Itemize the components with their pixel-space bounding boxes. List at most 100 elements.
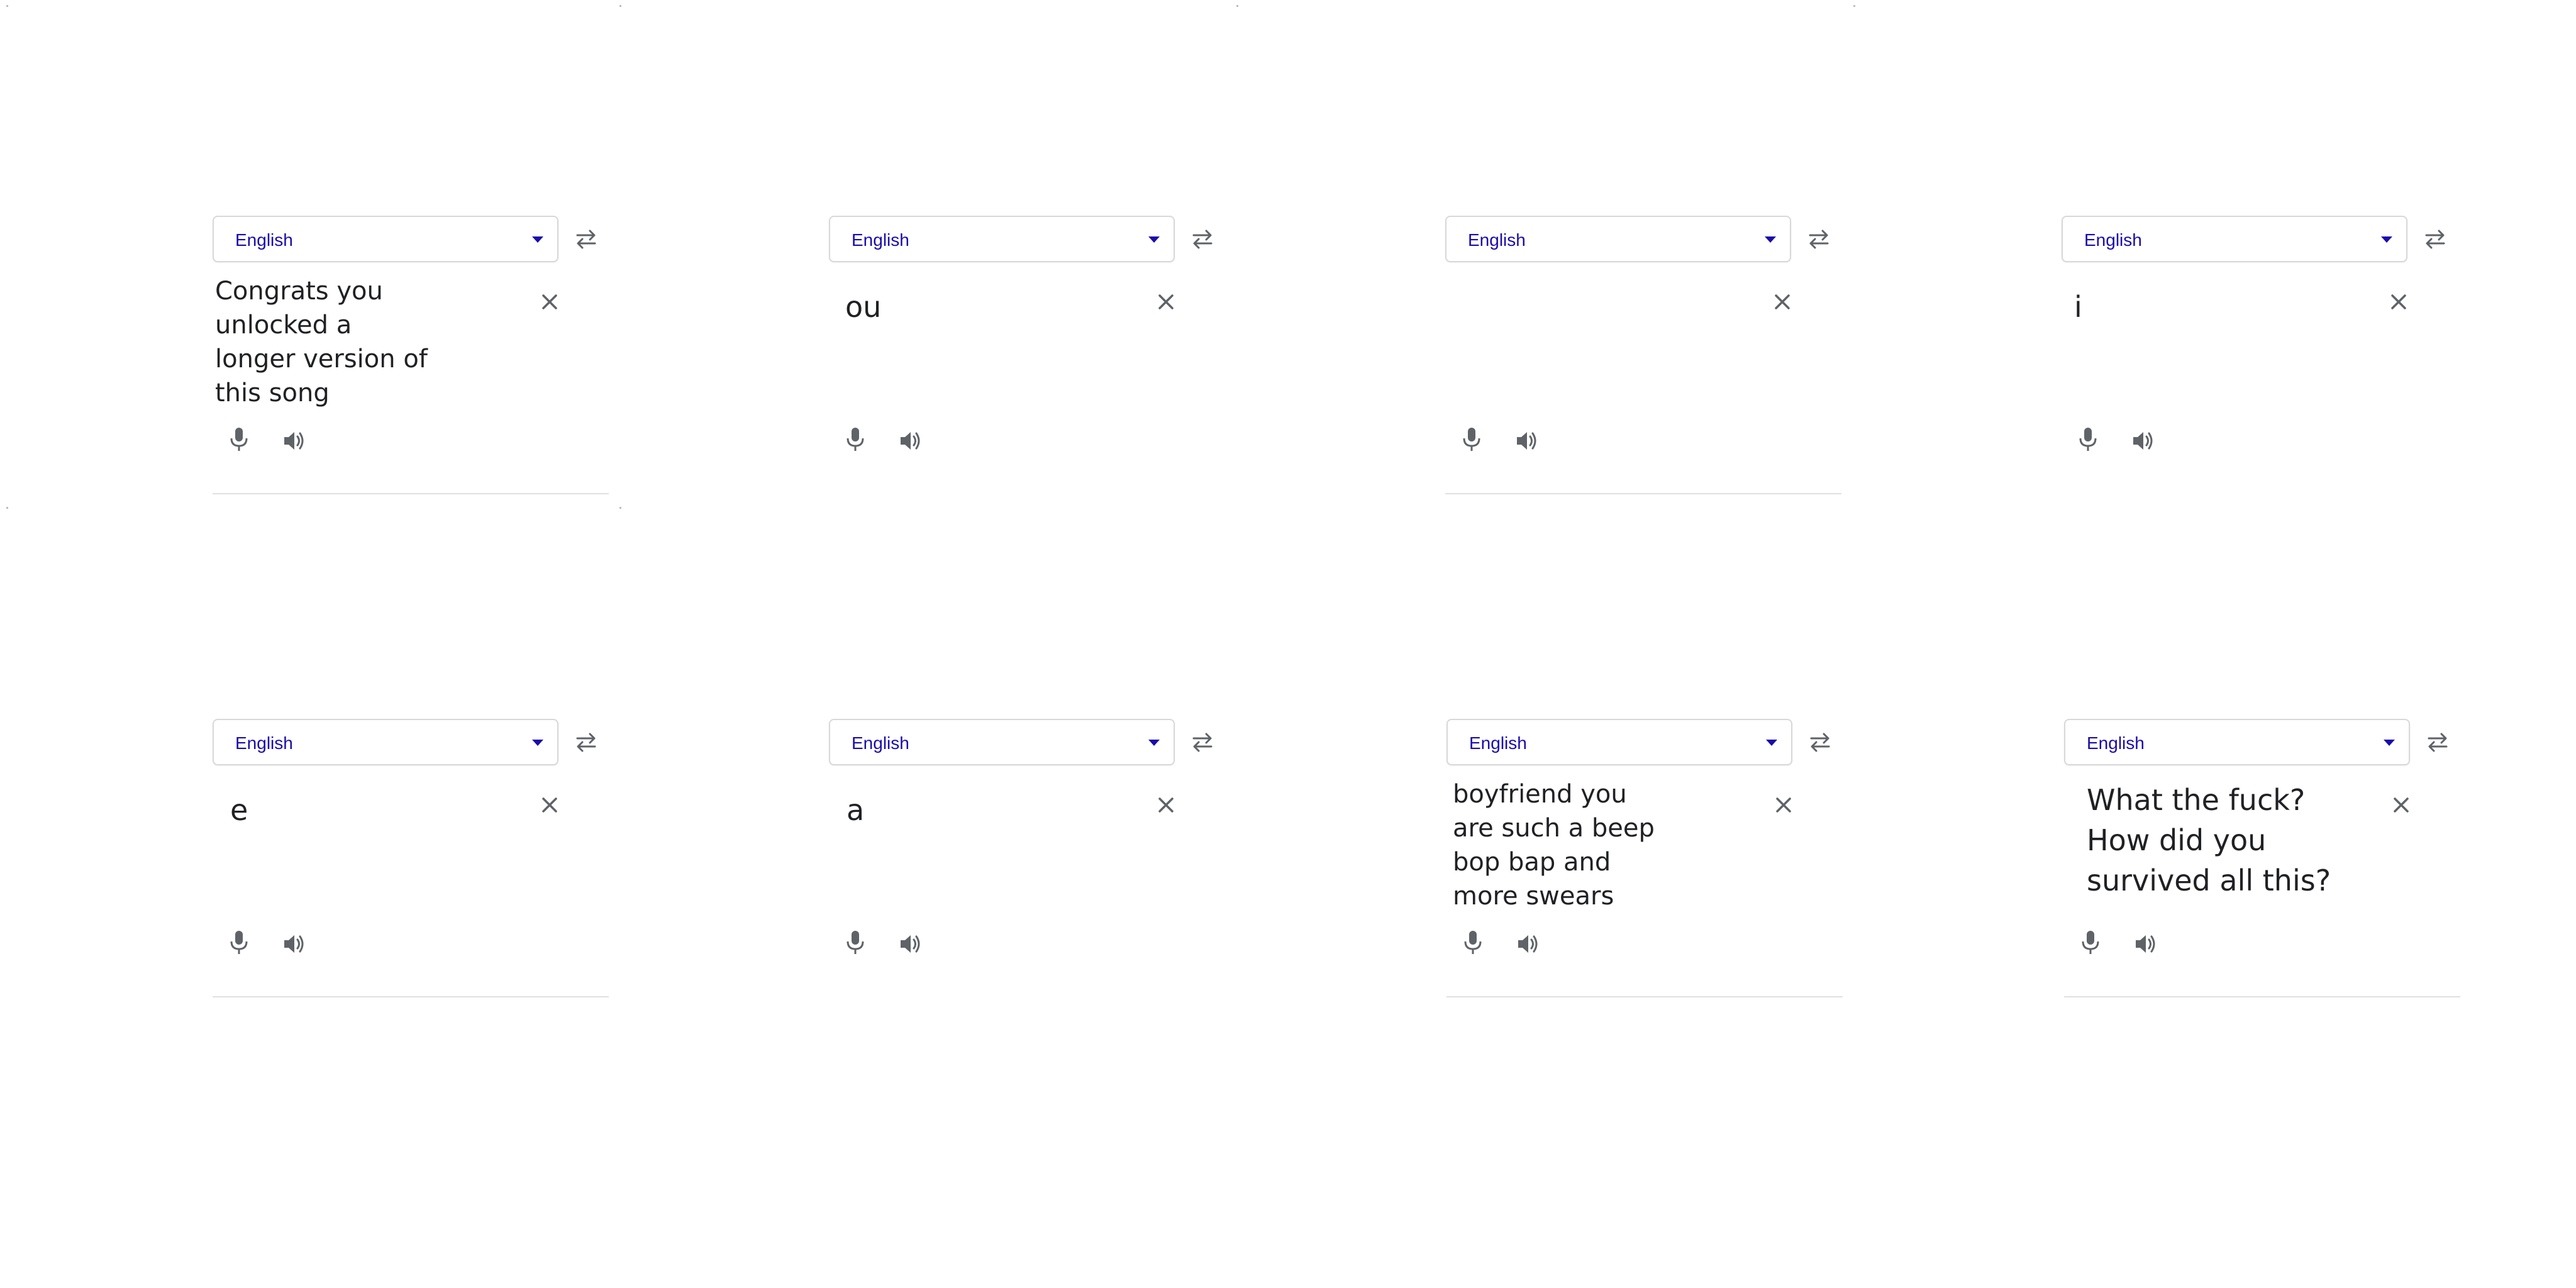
language-label: English — [1469, 733, 1527, 753]
language-select[interactable]: English — [1446, 719, 1792, 765]
chevron-down-icon — [1765, 236, 1776, 243]
source-text[interactable]: boyfriend you are such a beep bop bap an… — [1453, 777, 1660, 913]
clear-text-button[interactable] — [1155, 794, 1177, 816]
language-label: English — [852, 230, 909, 250]
crop-mark — [1236, 5, 1238, 7]
swap-languages-button[interactable] — [2423, 228, 2448, 250]
close-icon — [1776, 797, 1791, 813]
voice-input-button[interactable] — [2077, 425, 2099, 454]
clear-text-button[interactable] — [1771, 291, 1794, 313]
crop-mark — [6, 5, 8, 7]
swap-arrows-icon — [1810, 733, 1830, 752]
translate-panel: English — [1233, 0, 1849, 503]
microphone-icon — [230, 428, 248, 451]
close-icon — [542, 797, 557, 813]
chevron-down-icon — [2384, 740, 2395, 746]
speaker-icon — [901, 432, 920, 450]
voice-input-button[interactable] — [228, 928, 250, 957]
language-label: English — [235, 230, 293, 250]
language-label: English — [852, 733, 909, 753]
source-text[interactable]: e — [230, 792, 248, 828]
voice-input-button[interactable] — [1460, 425, 1483, 454]
language-select[interactable]: English — [213, 216, 558, 262]
source-text[interactable]: Congrats you unlocked a longer version o… — [215, 274, 429, 410]
listen-button[interactable] — [282, 429, 307, 453]
swap-languages-button[interactable] — [1190, 731, 1215, 753]
listen-button[interactable] — [282, 932, 307, 956]
language-select[interactable]: English — [1445, 216, 1791, 262]
divider — [1445, 493, 1841, 494]
swap-languages-button[interactable] — [574, 228, 599, 250]
listen-button[interactable] — [898, 932, 923, 956]
language-label: English — [2087, 733, 2145, 753]
microphone-icon — [847, 428, 864, 451]
microphone-icon — [1464, 931, 1482, 954]
chevron-down-icon — [532, 236, 543, 243]
voice-input-button[interactable] — [844, 928, 867, 957]
chevron-down-icon — [532, 740, 543, 746]
close-icon — [2391, 294, 2406, 309]
listen-button[interactable] — [2133, 932, 2158, 956]
language-select[interactable]: English — [829, 216, 1175, 262]
listen-button[interactable] — [898, 429, 923, 453]
close-icon — [1158, 797, 1174, 813]
close-icon — [542, 294, 557, 309]
language-select[interactable]: English — [829, 719, 1175, 765]
clear-text-button[interactable] — [1155, 291, 1177, 313]
clear-text-button[interactable] — [2390, 794, 2412, 816]
divider — [1446, 996, 1843, 997]
source-text[interactable]: a — [847, 792, 864, 828]
translate-panel: English a — [616, 503, 1233, 1006]
chevron-down-icon — [2381, 236, 2392, 243]
microphone-icon — [2079, 428, 2097, 451]
microphone-icon — [1463, 428, 1480, 451]
clear-text-button[interactable] — [2387, 291, 2410, 313]
listen-button[interactable] — [1514, 429, 1540, 453]
divider — [213, 996, 609, 997]
swap-arrows-icon — [576, 230, 596, 249]
divider — [2064, 996, 2460, 997]
divider — [213, 493, 609, 494]
swap-languages-button[interactable] — [574, 731, 599, 753]
swap-arrows-icon — [2428, 733, 2448, 752]
language-select[interactable]: English — [2064, 719, 2410, 765]
chevron-down-icon — [1148, 236, 1160, 243]
language-label: English — [235, 733, 293, 753]
chevron-down-icon — [1148, 740, 1160, 746]
crop-mark — [619, 5, 621, 7]
clear-text-button[interactable] — [538, 794, 561, 816]
swap-arrows-icon — [1809, 230, 1829, 249]
source-text[interactable]: ou — [845, 289, 881, 325]
swap-arrows-icon — [1192, 230, 1213, 249]
voice-input-button[interactable] — [844, 425, 867, 454]
speaker-icon — [901, 935, 920, 953]
microphone-icon — [2082, 931, 2099, 954]
swap-languages-button[interactable] — [1807, 731, 1833, 753]
translate-panel: English What the fuck? How did you survi… — [1849, 503, 2465, 1006]
swap-arrows-icon — [2425, 230, 2445, 249]
close-icon — [2394, 797, 2409, 813]
voice-input-button[interactable] — [1462, 928, 1484, 957]
language-select[interactable]: English — [213, 719, 558, 765]
swap-languages-button[interactable] — [1190, 228, 1215, 250]
translate-panel: English Congrats you unlocked a longer v… — [0, 0, 616, 503]
voice-input-button[interactable] — [2079, 928, 2102, 957]
translate-panel: English ou — [616, 0, 1233, 503]
clear-text-button[interactable] — [538, 291, 561, 313]
voice-input-button[interactable] — [228, 425, 250, 454]
translate-panel: English boyfriend you are such a beep bo… — [1233, 503, 1849, 1006]
close-icon — [1158, 294, 1174, 309]
swap-languages-button[interactable] — [2425, 731, 2450, 753]
source-text[interactable]: i — [2074, 289, 2082, 325]
listen-button[interactable] — [1516, 932, 1541, 956]
clear-text-button[interactable] — [1772, 794, 1795, 816]
listen-button[interactable] — [2131, 429, 2156, 453]
language-label: English — [1468, 230, 1526, 250]
crop-mark — [1853, 5, 1855, 7]
language-select[interactable]: English — [2062, 216, 2407, 262]
swap-languages-button[interactable] — [1806, 228, 1831, 250]
source-text[interactable]: What the fuck? How did you survived all … — [2087, 780, 2351, 901]
microphone-icon — [230, 931, 248, 954]
speaker-icon — [1518, 935, 1538, 953]
speaker-icon — [2133, 432, 2153, 450]
